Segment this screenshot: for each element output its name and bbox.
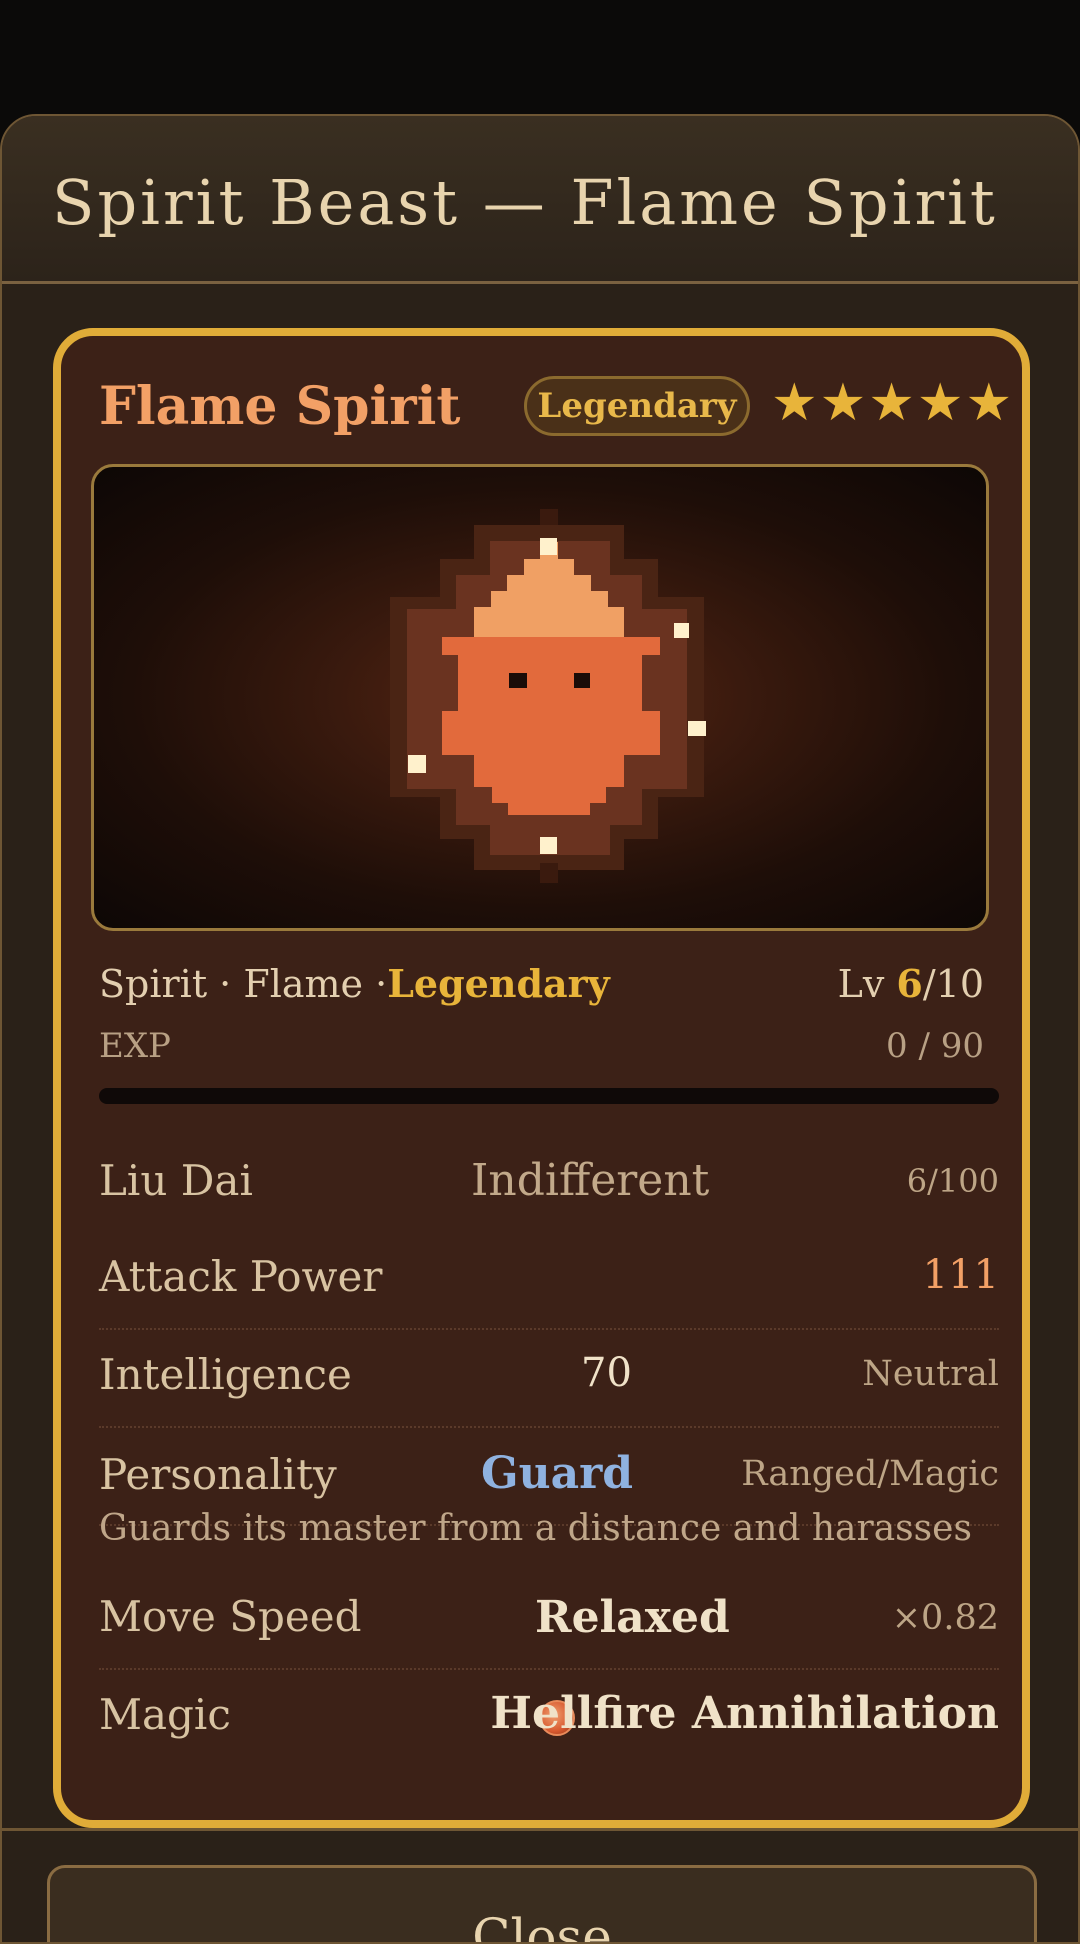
modal-footer: Close (2, 1828, 1078, 1942)
bond-label: Liu Dai (99, 1156, 253, 1205)
star-icon: ★ (771, 373, 818, 433)
beast-name: Flame Spirit (99, 376, 461, 437)
personality-extra: Ranged/Magic (741, 1454, 999, 1494)
modal-title: Spirit Beast — Flame Spirit (52, 166, 998, 239)
star-icon: ★ (819, 373, 867, 433)
stat-row-attack: Attack Power 111 (99, 1232, 999, 1330)
move-speed-value: Relaxed (535, 1592, 730, 1643)
stat-row-bond: Liu Dai Indifferent 6/100 (99, 1136, 999, 1232)
exp-progress-bar (99, 1088, 999, 1104)
intelligence-value: 70 (581, 1350, 632, 1396)
attack-value: 111 (922, 1252, 999, 1298)
magic-label: Magic (99, 1690, 231, 1739)
modal-header: Spirit Beast — Flame Spirit (2, 116, 1078, 284)
intelligence-label: Intelligence (99, 1350, 352, 1399)
close-button[interactable]: Close (47, 1865, 1037, 1942)
move-speed-label: Move Speed (99, 1592, 362, 1641)
level-current: 6 (896, 961, 923, 1006)
beast-type: Spirit · Flame · (99, 962, 388, 1006)
bond-value: Indifferent (471, 1155, 710, 1206)
stat-row-intelligence: Intelligence 70 Neutral (99, 1330, 999, 1428)
beast-portrait (91, 464, 989, 931)
exp-label: EXP (99, 1026, 171, 1066)
flame-spirit-sprite (390, 509, 706, 883)
personality-value: Guard (481, 1448, 634, 1499)
move-speed-extra: ×0.82 (891, 1598, 999, 1638)
beast-rarity: Legendary (387, 961, 610, 1006)
star-icon: ★ (868, 373, 915, 433)
personality-label: Personality (99, 1450, 337, 1499)
attack-label: Attack Power (99, 1252, 383, 1301)
beast-detail-modal: Spirit Beast — Flame Spirit Flame Spirit… (0, 114, 1080, 1944)
rarity-badge: Legendary (524, 376, 750, 436)
beast-level: Lv 6/10 (838, 961, 984, 1006)
star-rating: ★ ★ ★ ★ ★ (771, 370, 1012, 436)
magic-value[interactable]: Hellfire Annihilation (490, 1688, 999, 1739)
exp-value: 0 / 90 (886, 1026, 984, 1066)
stat-row-magic[interactable]: Magic Hellfire Annihilation (99, 1670, 999, 1766)
star-icon: ★ (965, 373, 1013, 433)
intelligence-extra: Neutral (862, 1354, 999, 1394)
level-max: /10 (922, 962, 984, 1006)
personality-description: Guards its master from a distance and ha… (99, 1508, 972, 1549)
star-icon: ★ (916, 373, 964, 433)
bond-extra: 6/100 (906, 1162, 999, 1200)
level-label: Lv (837, 962, 897, 1006)
beast-meta: Spirit · Flame ·Legendary (99, 961, 610, 1006)
stat-row-move-speed: Move Speed Relaxed ×0.82 (99, 1572, 999, 1670)
beast-card: Flame Spirit Legendary ★ ★ ★ ★ ★ Spirit … (53, 328, 1030, 1828)
